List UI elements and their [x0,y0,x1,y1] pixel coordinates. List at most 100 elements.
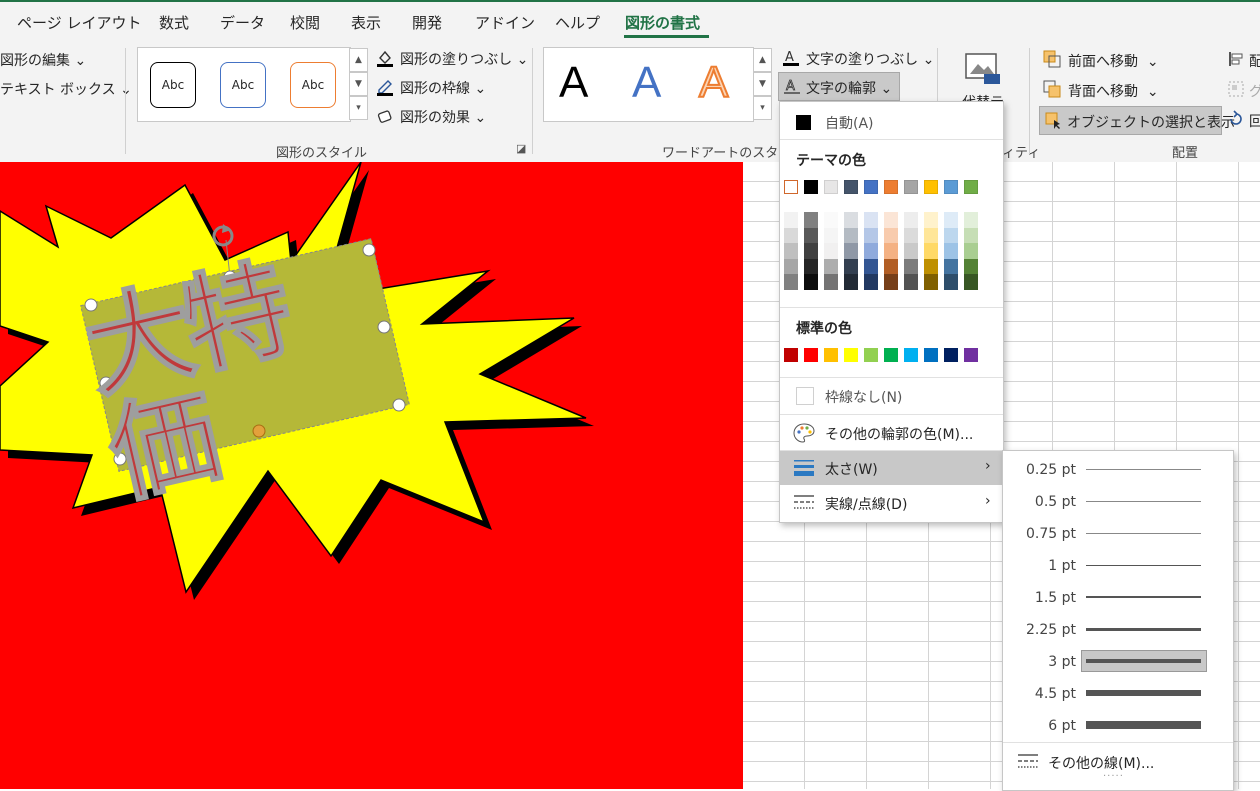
theme-shade-swatch[interactable] [964,258,978,274]
shape-style-sample-3[interactable]: Abc [290,62,336,108]
text-outline-button[interactable]: A 文字の輪郭 ⌄ [778,72,900,101]
standard-color-swatch[interactable] [784,348,798,362]
more-outline-colors-item[interactable]: その他の輪郭の色(M)... [780,416,1003,450]
theme-shade-swatch[interactable] [924,212,938,228]
theme-shade-swatch[interactable] [944,212,958,228]
theme-shade-swatch[interactable] [864,258,878,274]
standard-color-swatch[interactable] [924,348,938,362]
tab-data[interactable]: データ [220,12,265,33]
weight-option[interactable]: 0.75 pt [1003,518,1233,550]
shape-canvas[interactable]: 大特価 [0,162,743,789]
bring-forward-button[interactable]: 前面へ移動 ⌄ [1068,51,1159,71]
tab-page-layout[interactable]: ページ レイアウト [17,12,141,33]
tab-developer[interactable]: 開発 [412,12,442,33]
theme-shade-swatch[interactable] [824,212,838,228]
theme-shade-swatch[interactable] [784,243,798,259]
gallery-scroll-down[interactable]: ▼ [349,72,368,96]
standard-color-swatch[interactable] [864,348,878,362]
theme-shade-swatch[interactable] [964,274,978,290]
tab-view[interactable]: 表示 [351,12,381,33]
theme-shade-swatch[interactable] [824,258,838,274]
theme-shade-swatch[interactable] [964,243,978,259]
theme-shade-swatch[interactable] [804,243,818,259]
weight-option[interactable]: 4.5 pt [1003,678,1233,710]
theme-shade-swatch[interactable] [844,258,858,274]
resize-grip-icon[interactable]: ····· [1103,771,1124,782]
weight-option[interactable]: 2.25 pt [1003,614,1233,646]
theme-shade-swatch[interactable] [904,227,918,243]
theme-color-swatch[interactable] [944,180,958,194]
theme-shade-swatch[interactable] [784,258,798,274]
theme-color-swatch[interactable] [864,180,878,194]
theme-shade-swatch[interactable] [864,274,878,290]
theme-shade-swatch[interactable] [944,243,958,259]
align-button[interactable]: 配 [1249,51,1260,71]
standard-color-swatch[interactable] [824,348,838,362]
theme-shade-swatch[interactable] [864,227,878,243]
wordart-sample-black[interactable]: A [559,58,588,108]
theme-shade-swatch[interactable] [824,227,838,243]
theme-shade-swatch[interactable] [904,258,918,274]
theme-color-swatch[interactable] [884,180,898,194]
theme-shade-swatch[interactable] [804,227,818,243]
theme-shade-swatch[interactable] [844,212,858,228]
weight-option[interactable]: 1.5 pt [1003,582,1233,614]
selection-pane-button[interactable]: オブジェクトの選択と表示 [1039,106,1235,135]
dashes-item[interactable]: 実線/点線(D) › [780,486,1003,520]
wordart-scroll-down[interactable]: ▼ [753,72,772,96]
tab-help[interactable]: ヘルプ [555,12,600,33]
theme-color-swatch[interactable] [964,180,978,194]
theme-color-swatch[interactable] [784,180,798,194]
theme-color-swatch[interactable] [844,180,858,194]
theme-shade-swatch[interactable] [884,212,898,228]
standard-color-swatch[interactable] [944,348,958,362]
weight-option[interactable]: 0.25 pt [1003,454,1233,486]
theme-shade-swatch[interactable] [824,274,838,290]
auto-color-item[interactable]: 自動(A) [780,105,1003,139]
theme-color-swatch[interactable] [924,180,938,194]
theme-shade-swatch[interactable] [924,274,938,290]
theme-shade-swatch[interactable] [964,212,978,228]
theme-shade-swatch[interactable] [884,227,898,243]
tab-addins[interactable]: アドイン [475,12,535,33]
theme-shade-swatch[interactable] [884,258,898,274]
theme-color-swatch[interactable] [824,180,838,194]
wordart-scroll-up[interactable]: ▲ [753,48,772,72]
tab-formulas[interactable]: 数式 [159,12,189,33]
theme-shade-swatch[interactable] [944,227,958,243]
tab-shape-format[interactable]: 図形の書式 [625,12,700,33]
theme-shade-swatch[interactable] [784,227,798,243]
weight-option[interactable]: 1 pt [1003,550,1233,582]
no-outline-item[interactable]: 枠線なし(N) [780,379,1003,413]
gallery-more[interactable]: ▾ [349,96,368,120]
theme-shade-swatch[interactable] [864,243,878,259]
wordart-sample-blue[interactable]: A [632,58,661,108]
theme-shade-swatch[interactable] [784,212,798,228]
theme-shade-swatch[interactable] [804,274,818,290]
weight-item[interactable]: 太さ(W) › [780,451,1003,485]
theme-shade-swatch[interactable] [804,212,818,228]
shape-styles-dialog-launcher[interactable]: ◪ [516,142,526,155]
theme-shade-swatch[interactable] [944,258,958,274]
gallery-scroll-up[interactable]: ▲ [349,48,368,72]
rotate-button[interactable]: 回 [1249,111,1260,131]
theme-shade-swatch[interactable] [924,243,938,259]
shape-text[interactable]: 大特価 [72,247,410,521]
standard-color-swatch[interactable] [964,348,978,362]
text-box-button[interactable]: テキスト ボックス ⌄ [0,79,132,99]
tab-review[interactable]: 校閲 [290,12,320,33]
shape-fill-button[interactable]: 図形の塗りつぶし ⌄ [400,49,528,69]
standard-color-swatch[interactable] [884,348,898,362]
weight-option[interactable]: 6 pt [1003,710,1233,742]
send-backward-button[interactable]: 背面へ移動 ⌄ [1068,81,1159,101]
shape-outline-button[interactable]: 図形の枠線 ⌄ [400,78,486,98]
shape-style-sample-1[interactable]: Abc [150,62,196,108]
theme-shade-swatch[interactable] [904,274,918,290]
standard-color-swatch[interactable] [804,348,818,362]
theme-shade-swatch[interactable] [944,274,958,290]
theme-shade-swatch[interactable] [824,243,838,259]
wordart-more[interactable]: ▾ [753,96,772,120]
shape-effects-button[interactable]: 図形の効果 ⌄ [400,107,486,127]
wordart-sample-orange-outline[interactable]: A [698,57,729,108]
theme-shade-swatch[interactable] [844,274,858,290]
